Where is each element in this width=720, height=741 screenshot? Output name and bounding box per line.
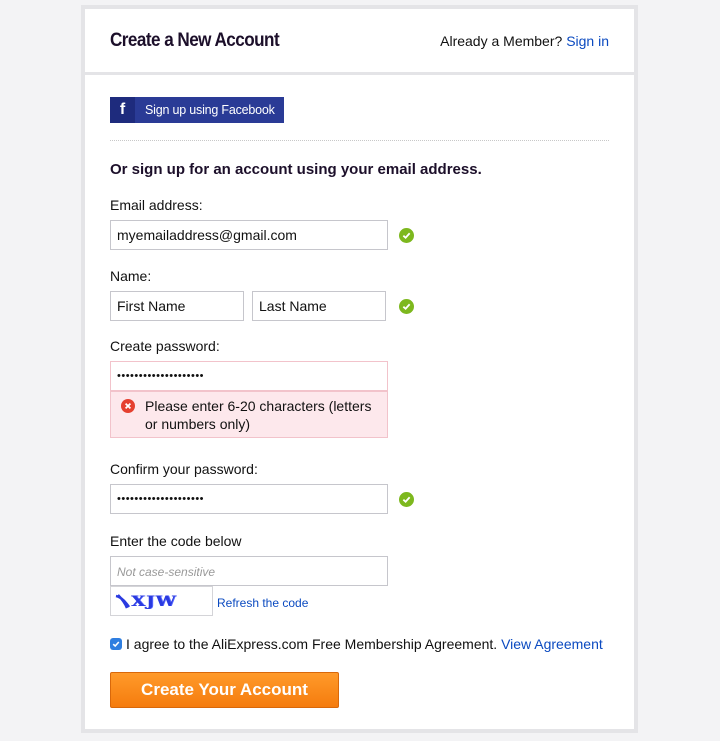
first-name-field[interactable] bbox=[110, 291, 244, 321]
agree-checkbox[interactable] bbox=[110, 638, 122, 650]
page-title: Create a New Account bbox=[110, 29, 280, 51]
create-account-button[interactable]: Create Your Account bbox=[110, 672, 339, 708]
facebook-icon: f bbox=[110, 97, 135, 123]
email-signup-heading: Or sign up for an account using your ema… bbox=[110, 161, 482, 178]
agreement-row: I agree to the AliExpress.com Free Membe… bbox=[110, 636, 603, 652]
confirm-password-label: Confirm your password: bbox=[110, 461, 258, 477]
facebook-signup-button[interactable]: f Sign up using Facebook bbox=[110, 97, 284, 123]
last-name-field[interactable] bbox=[252, 291, 386, 321]
email-valid-check-icon bbox=[399, 228, 414, 243]
confirm-password-field[interactable] bbox=[110, 484, 388, 514]
password-error-text: Please enter 6-20 characters (letters or… bbox=[145, 398, 372, 432]
dotted-divider bbox=[110, 140, 609, 141]
password-field[interactable] bbox=[110, 361, 388, 391]
view-agreement-link[interactable]: View Agreement bbox=[501, 636, 603, 652]
agreement-text: I agree to the AliExpress.com Free Membe… bbox=[126, 636, 498, 652]
error-x-icon bbox=[121, 399, 135, 413]
name-valid-check-icon bbox=[399, 299, 414, 314]
captcha-swirl-icon bbox=[115, 594, 131, 609]
member-prompt: Already a Member? Sign in bbox=[440, 33, 609, 49]
name-label: Name: bbox=[110, 268, 152, 284]
facebook-signup-label: Sign up using Facebook bbox=[145, 103, 275, 117]
sign-in-link[interactable]: Sign in bbox=[566, 33, 609, 49]
email-field[interactable] bbox=[110, 220, 388, 250]
captcha-label: Enter the code below bbox=[110, 533, 242, 549]
captcha-text: XJW bbox=[131, 592, 177, 610]
password-label: Create password: bbox=[110, 338, 220, 354]
card-header: Create a New Account Already a Member? S… bbox=[85, 9, 634, 75]
captcha-image: XJW bbox=[110, 586, 213, 616]
confirm-valid-check-icon bbox=[399, 492, 414, 507]
password-error-message: Please enter 6-20 characters (letters or… bbox=[110, 391, 388, 438]
signup-card: Create a New Account Already a Member? S… bbox=[81, 5, 638, 733]
email-label: Email address: bbox=[110, 197, 203, 213]
refresh-captcha-link[interactable]: Refresh the code bbox=[217, 596, 308, 610]
member-prompt-text: Already a Member? bbox=[440, 32, 563, 49]
captcha-field[interactable] bbox=[110, 556, 388, 586]
